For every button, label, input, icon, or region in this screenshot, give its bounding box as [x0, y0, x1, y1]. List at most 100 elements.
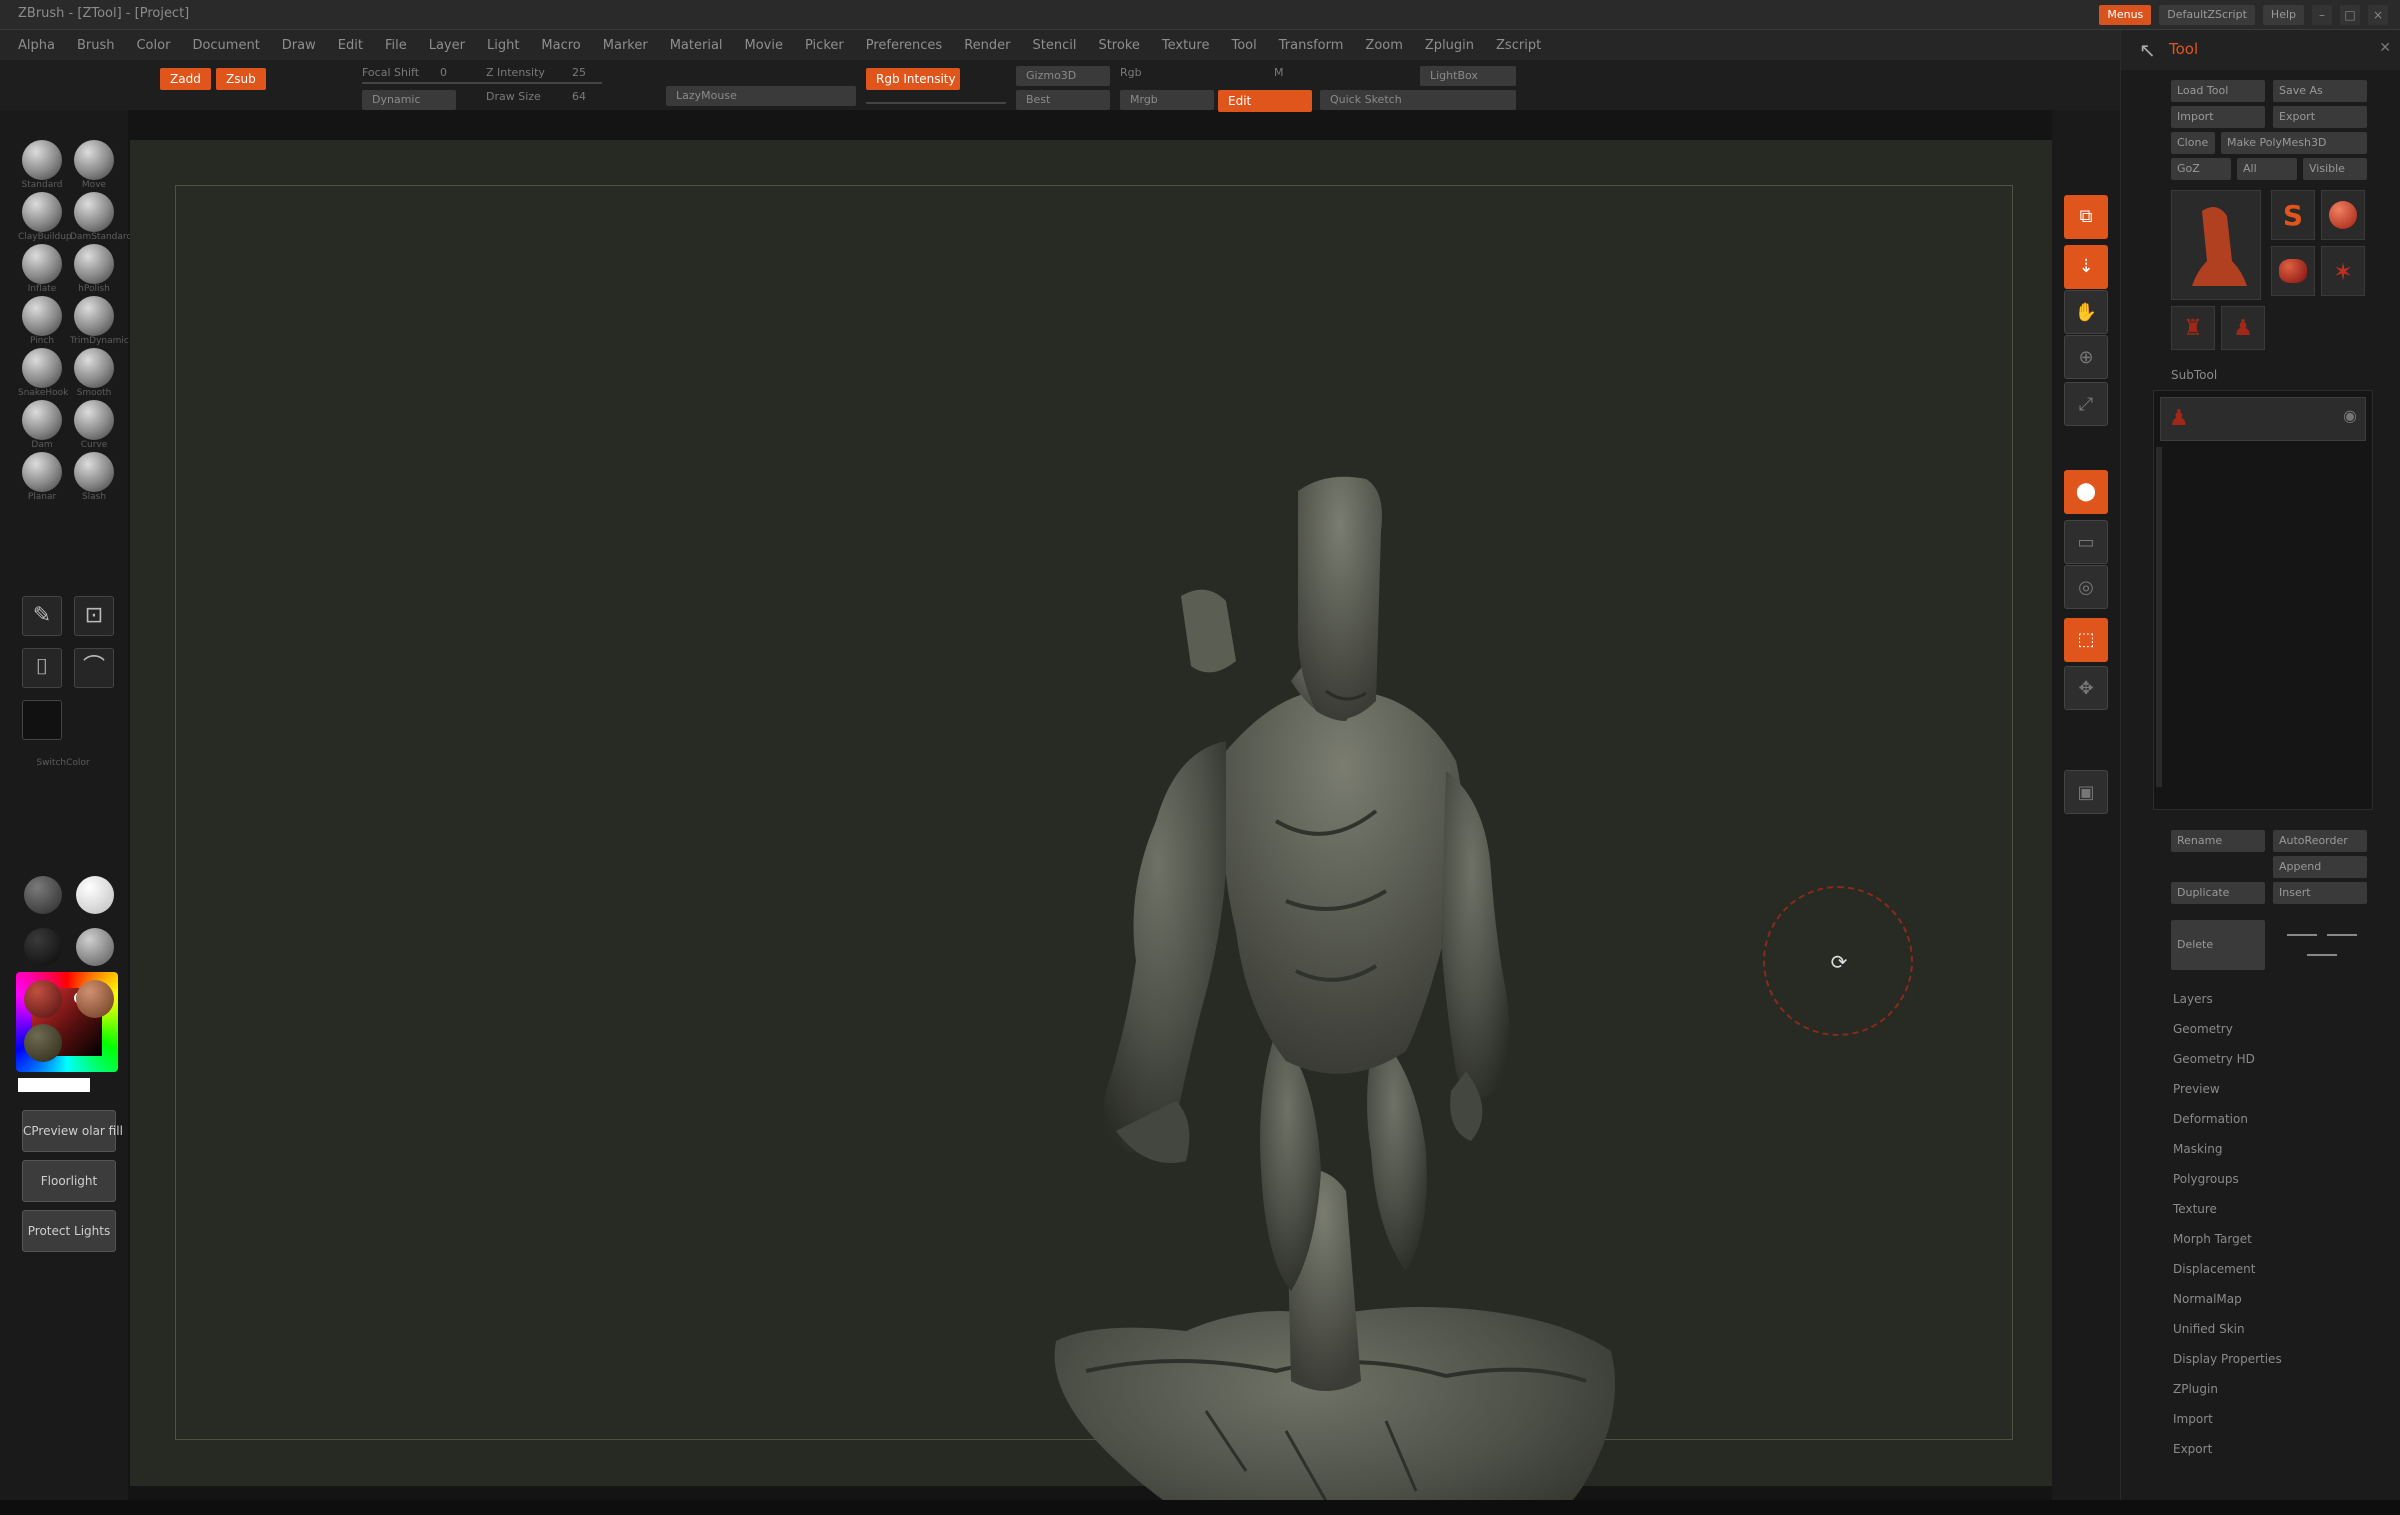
- mrgb-button[interactable]: Mrgb: [1120, 90, 1214, 110]
- switch-color-label[interactable]: SwitchColor: [18, 758, 108, 768]
- brush-pinch-icon[interactable]: [22, 296, 62, 336]
- brush-smooth-icon[interactable]: [74, 348, 114, 388]
- delete-button[interactable]: Delete: [2171, 920, 2265, 970]
- clone-button[interactable]: Clone: [2171, 132, 2215, 154]
- menu-light[interactable]: Light: [487, 38, 519, 53]
- menu-draw[interactable]: Draw: [282, 38, 316, 53]
- menu-transform[interactable]: Transform: [1279, 38, 1344, 53]
- menu-picker[interactable]: Picker: [805, 38, 844, 53]
- section-zplugin[interactable]: ZPlugin: [2173, 1382, 2218, 1396]
- edit-button[interactable]: Edit: [1218, 90, 1312, 112]
- transp-icon[interactable]: ▣: [2064, 770, 2108, 814]
- section-export[interactable]: Export: [2173, 1442, 2212, 1456]
- zadd-button[interactable]: Zadd: [160, 68, 211, 90]
- brush-claybuildup-icon[interactable]: [22, 192, 62, 232]
- menu-texture[interactable]: Texture: [1162, 38, 1210, 53]
- rgb-intensity-slider[interactable]: [866, 102, 1006, 104]
- pen-stroke-icon[interactable]: ✎: [22, 596, 62, 636]
- section-masking[interactable]: Masking: [2173, 1142, 2222, 1156]
- menu-alpha[interactable]: Alpha: [18, 38, 55, 53]
- rename-button[interactable]: Rename: [2171, 830, 2265, 852]
- menu-material[interactable]: Material: [670, 38, 723, 53]
- lightbox-button[interactable]: LightBox: [1420, 66, 1516, 86]
- section-displacement[interactable]: Displacement: [2173, 1262, 2256, 1276]
- brush-hpolish-icon[interactable]: [74, 244, 114, 284]
- menu-document[interactable]: Document: [192, 38, 259, 53]
- section-deformation[interactable]: Deformation: [2173, 1112, 2248, 1126]
- split-arrows-icon[interactable]: [2277, 920, 2367, 970]
- section-import[interactable]: Import: [2173, 1412, 2213, 1426]
- menu-tool[interactable]: Tool: [1231, 38, 1256, 53]
- polymesh-tool-thumbnail[interactable]: ♜: [2171, 306, 2215, 350]
- brush-trimdynamic-icon[interactable]: [74, 296, 114, 336]
- brush-damstandard-icon[interactable]: [74, 192, 114, 232]
- close-palette-icon[interactable]: ✕: [2379, 40, 2391, 56]
- quick-sketch-button[interactable]: Quick Sketch: [1320, 90, 1516, 110]
- protect-lights-button[interactable]: Protect Lights: [22, 1210, 116, 1252]
- section-display-properties[interactable]: Display Properties: [2173, 1352, 2282, 1366]
- material-metal-icon[interactable]: [24, 1024, 62, 1062]
- floor-icon[interactable]: ▭: [2064, 520, 2108, 564]
- close-icon[interactable]: ×: [2368, 5, 2388, 25]
- move-icon[interactable]: ✥: [2064, 666, 2108, 710]
- menu-zscript[interactable]: Zscript: [1496, 38, 1541, 53]
- gizmo3d-button[interactable]: Gizmo3D: [1016, 66, 1110, 86]
- help-button[interactable]: Help: [2262, 5, 2304, 25]
- curve-icon[interactable]: ⌒: [74, 648, 114, 688]
- section-preview[interactable]: Preview: [2173, 1082, 2220, 1096]
- section-layers[interactable]: Layers: [2173, 992, 2213, 1006]
- save-as-button[interactable]: Save As: [2273, 80, 2367, 102]
- menu-marker[interactable]: Marker: [603, 38, 648, 53]
- material-bronze-icon[interactable]: [76, 980, 114, 1018]
- autoreorder-button[interactable]: AutoReorder: [2273, 830, 2367, 852]
- material-basicmaterial-icon[interactable]: [76, 876, 114, 914]
- section-polygroups[interactable]: Polygroups: [2173, 1172, 2239, 1186]
- section-geometry-hd[interactable]: Geometry HD: [2173, 1052, 2255, 1066]
- import-button[interactable]: Import: [2171, 106, 2265, 128]
- material-reflectedmap-icon[interactable]: [76, 928, 114, 966]
- brush-curve-icon[interactable]: [74, 400, 114, 440]
- insert-button[interactable]: Insert: [2273, 882, 2367, 904]
- section-normalmap[interactable]: NormalMap: [2173, 1292, 2242, 1306]
- dynamic-button[interactable]: Dynamic: [362, 90, 456, 110]
- current-tool-thumbnail[interactable]: [2171, 190, 2261, 300]
- star-tool-thumbnail[interactable]: ✶: [2321, 246, 2365, 296]
- cylinder-tool-thumbnail[interactable]: [2271, 246, 2315, 296]
- back-arrow-icon[interactable]: ↖: [2139, 38, 2156, 62]
- spix-icon[interactable]: ⇣: [2064, 245, 2108, 289]
- persp-icon[interactable]: ⬤: [2064, 470, 2108, 514]
- export-button[interactable]: Export: [2273, 106, 2367, 128]
- freehand-icon[interactable]: ⌷: [22, 648, 62, 688]
- menu-zplugin[interactable]: Zplugin: [1425, 38, 1474, 53]
- brush-move-icon[interactable]: [74, 140, 114, 180]
- load-tool-button[interactable]: Load Tool: [2171, 80, 2265, 102]
- z-intensity-slider[interactable]: [362, 82, 602, 84]
- menu-render[interactable]: Render: [964, 38, 1010, 53]
- menu-layer[interactable]: Layer: [429, 38, 465, 53]
- rgb-intensity-button[interactable]: Rgb Intensity: [866, 68, 960, 90]
- material-matcap-gray-icon[interactable]: [24, 876, 62, 914]
- section-geometry[interactable]: Geometry: [2173, 1022, 2233, 1036]
- brush-snakehook-icon[interactable]: [22, 348, 62, 388]
- menu-preferences[interactable]: Preferences: [866, 38, 942, 53]
- duplicate-button[interactable]: Duplicate: [2171, 882, 2265, 904]
- visibility-eye-icon[interactable]: ◉: [2343, 406, 2357, 425]
- default-zscript-button[interactable]: DefaultZScript: [2159, 5, 2255, 25]
- section-unified-skin[interactable]: Unified Skin: [2173, 1322, 2245, 1336]
- zsub-button[interactable]: Zsub: [216, 68, 266, 90]
- material-skinshade4-icon[interactable]: [24, 928, 62, 966]
- make-polymesh-button[interactable]: Make PolyMesh3D: [2221, 132, 2367, 154]
- menu-file[interactable]: File: [385, 38, 407, 53]
- simple-brush-thumbnail[interactable]: S: [2271, 190, 2315, 240]
- secondary-color-swatch[interactable]: [18, 1078, 90, 1092]
- subtool-list[interactable]: ♟ ◉: [2153, 390, 2373, 810]
- brush-planar-icon[interactable]: [22, 452, 62, 492]
- menu-zoom[interactable]: Zoom: [1365, 38, 1402, 53]
- brush-standard-icon[interactable]: [22, 140, 62, 180]
- figure-small-thumbnail[interactable]: ♟: [2221, 306, 2265, 350]
- cpreview-button[interactable]: CPreview olar fill: [22, 1110, 123, 1152]
- brush-dam-icon[interactable]: [22, 400, 62, 440]
- all-button[interactable]: All: [2237, 158, 2297, 180]
- best-button[interactable]: Best: [1016, 90, 1110, 110]
- subtool-title[interactable]: SubTool: [2171, 368, 2217, 382]
